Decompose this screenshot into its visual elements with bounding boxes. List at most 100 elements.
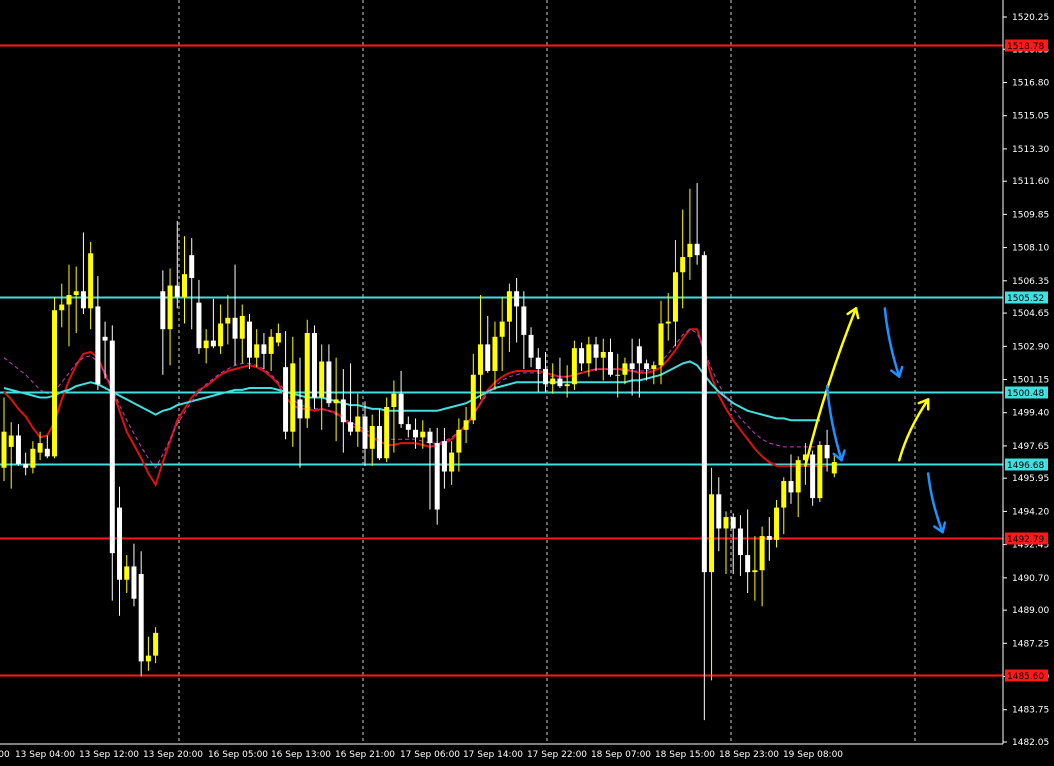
y-tick-label: 1497.65 <box>1012 442 1049 452</box>
candle-body <box>665 321 671 324</box>
x-tick-label: 13 Sep 12:00 <box>79 750 139 760</box>
candle-body <box>218 323 224 347</box>
candle-body <box>326 361 332 404</box>
x-tick-label: 18 Sep 15:00 <box>655 750 715 760</box>
candle-body <box>348 422 354 432</box>
candle-body <box>246 321 252 358</box>
candle-body <box>795 460 801 493</box>
candle-body <box>203 340 209 349</box>
candle-body <box>340 399 346 423</box>
candle-body <box>182 274 187 297</box>
candle-body <box>478 344 484 375</box>
x-tick-label: 18 Sep 07:00 <box>591 750 651 760</box>
candle-body <box>268 336 274 354</box>
candle-body <box>449 452 455 472</box>
candle-body <box>37 443 43 453</box>
candle-body <box>283 367 289 432</box>
candle-body <box>622 363 628 375</box>
candle-body <box>290 363 296 432</box>
x-tick-label: 16 Sep 21:00 <box>335 750 395 760</box>
candle-body <box>434 443 440 510</box>
y-tick-label: 1520.25 <box>1012 13 1049 23</box>
candle-body <box>644 363 650 370</box>
candle-body <box>781 481 787 508</box>
y-tick-label: 1501.15 <box>1012 376 1049 386</box>
candle-body <box>687 243 693 258</box>
x-tick-label: 00 <box>0 750 10 760</box>
candle-body <box>405 424 411 430</box>
y-tick-label: 1509.85 <box>1012 210 1049 220</box>
candle-body <box>124 566 130 580</box>
level-price-label: 1500.48 <box>1007 389 1044 399</box>
candle-body <box>766 536 772 540</box>
y-tick-label: 1513.30 <box>1012 145 1049 155</box>
candle-body <box>716 494 722 529</box>
candle-body <box>261 344 267 354</box>
y-tick-label: 1490.70 <box>1012 574 1049 584</box>
candle-body <box>52 310 58 457</box>
level-price-label: 1496.68 <box>1007 461 1044 471</box>
candle-body <box>564 384 570 387</box>
candle-body <box>145 655 151 662</box>
candle-body <box>59 304 65 311</box>
candle-body <box>470 374 476 421</box>
candle-body <box>319 361 325 398</box>
candle-body <box>189 255 195 278</box>
candle-body <box>66 295 72 305</box>
candle-body <box>30 448 36 468</box>
candle-body <box>831 462 837 474</box>
candle-body <box>824 444 830 459</box>
candle-body <box>607 351 613 375</box>
candle-body <box>210 340 216 347</box>
x-tick-label: 19 Sep 08:00 <box>783 750 843 760</box>
candle-body <box>153 632 159 656</box>
candle-body <box>441 441 447 472</box>
candle-body <box>275 333 281 343</box>
candle-body <box>543 369 548 385</box>
candle-body <box>384 407 390 459</box>
y-tick-label: 1499.40 <box>1012 409 1049 419</box>
candle-body <box>535 357 541 370</box>
candle-body <box>810 454 816 499</box>
candle-body <box>672 272 678 322</box>
candle-body <box>730 517 736 529</box>
y-tick-label: 1516.80 <box>1012 78 1049 88</box>
candle-body <box>694 243 700 256</box>
candle-body <box>629 363 635 370</box>
candle-body <box>658 323 664 366</box>
candle-body <box>362 416 368 449</box>
x-tick-label: 17 Sep 14:00 <box>463 750 523 760</box>
candle-body <box>73 291 79 296</box>
y-tick-label: 1489.00 <box>1012 606 1049 616</box>
candle-body <box>817 444 823 499</box>
x-tick-label: 13 Sep 04:00 <box>15 750 75 760</box>
candle-body <box>117 507 123 580</box>
candle-body <box>579 348 585 364</box>
candle-body <box>225 317 231 324</box>
candle-body <box>391 393 397 408</box>
level-price-label: 1518.78 <box>1007 42 1044 52</box>
level-price-label: 1505.52 <box>1007 294 1044 304</box>
y-tick-label: 1482.05 <box>1012 738 1049 748</box>
candle-body <box>456 429 462 453</box>
y-tick-label: 1506.35 <box>1012 277 1049 287</box>
candle-body <box>593 344 599 358</box>
candle-body <box>709 494 715 573</box>
candle-body <box>167 285 173 330</box>
candle-body <box>492 336 498 371</box>
y-tick-label: 1494.20 <box>1012 507 1049 517</box>
x-tick-label: 13 Sep 20:00 <box>143 750 203 760</box>
candle-body <box>737 528 743 556</box>
candle-body <box>615 374 621 376</box>
candle-body <box>420 431 426 438</box>
candle-body <box>138 574 144 662</box>
level-price-label: 1492.79 <box>1007 535 1044 545</box>
candle-body <box>333 399 339 404</box>
level-price-label: 1485.60 <box>1007 672 1044 682</box>
candle-body <box>355 416 361 432</box>
y-tick-label: 1487.25 <box>1012 639 1049 649</box>
candle-body <box>23 463 29 468</box>
candle-body <box>774 507 780 540</box>
candle-body <box>723 517 729 529</box>
candle-body <box>95 306 101 385</box>
